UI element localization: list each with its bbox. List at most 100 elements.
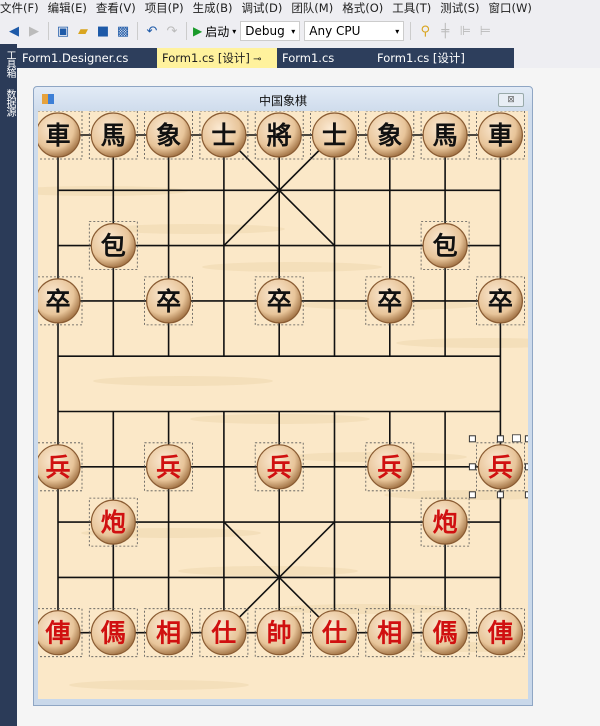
piece-label[interactable]: 兵 <box>267 453 292 482</box>
tab[interactable]: Form1.cs [设计] ⊸ ✕ <box>157 48 277 87</box>
platform-select[interactable]: Any CPU ▾ <box>304 21 405 41</box>
piece-label[interactable]: 卒 <box>267 287 292 316</box>
config-select[interactable]: Debug ▾ <box>240 21 301 41</box>
piece-label[interactable]: 包 <box>433 232 458 261</box>
menu-item[interactable]: 格式(O) <box>342 0 392 17</box>
piece-label[interactable]: 俥 <box>44 619 70 648</box>
new-file-icon[interactable]: ▣ <box>55 24 71 39</box>
form-window[interactable]: 中国象棋 ⊠ 車馬象士將士象馬車包包卒卒卒卒卒兵兵兵兵兵炮炮俥傌相仕帥仕相傌俥 <box>33 86 533 706</box>
piece-label[interactable]: 卒 <box>45 287 70 316</box>
separator <box>186 22 187 40</box>
piece-label[interactable]: 俥 <box>487 619 513 648</box>
piece-label[interactable]: 炮 <box>101 508 126 537</box>
piece-label[interactable]: 卒 <box>377 287 402 316</box>
smart-tag-icon <box>511 434 521 443</box>
platform-value: Any CPU <box>309 24 361 38</box>
open-folder-icon[interactable]: ▰ <box>75 24 91 39</box>
align-center-icon[interactable]: ⊨ <box>477 24 493 39</box>
start-label: 启动 <box>205 24 230 39</box>
menu-item[interactable]: 窗口(W) <box>489 0 541 17</box>
wood-grain <box>396 338 528 348</box>
menu-item[interactable]: 工具(T) <box>392 0 440 17</box>
menu-bar: 文件(F) 编辑(E) 查看(V) 项目(P) 生成(B) 调试(D) 团队(M) 格式(O)… <box>0 0 600 17</box>
menu-item[interactable]: 团队(M) <box>291 0 342 17</box>
piece-label[interactable]: 馬 <box>101 121 126 150</box>
tab-label: Form1.Designer.cs <box>22 51 129 65</box>
piece-label[interactable]: 馬 <box>433 121 458 150</box>
save-icon[interactable]: ■ <box>95 24 111 39</box>
menu-item[interactable]: 调试(D) <box>241 0 291 17</box>
menu-item[interactable]: 文件(F) <box>0 0 48 17</box>
separator <box>48 22 49 40</box>
resize-handle <box>468 491 476 499</box>
config-value: Debug <box>245 24 285 38</box>
separator <box>137 22 138 40</box>
piece-label[interactable]: 傌 <box>101 619 126 648</box>
piece-label[interactable]: 相 <box>377 619 402 648</box>
wood-grain <box>202 262 382 272</box>
resize-handle <box>496 491 504 499</box>
piece-label[interactable]: 仕 <box>210 619 236 648</box>
wood-grain <box>93 376 273 386</box>
piece-label[interactable]: 車 <box>45 121 70 150</box>
piece-label[interactable]: 卒 <box>156 287 181 316</box>
wood-grain <box>69 680 249 690</box>
piece-label[interactable]: 卒 <box>488 287 513 316</box>
piece-label[interactable]: 兵 <box>156 453 181 482</box>
document-tabs: Form1.Designer.csForm1.cs [设计] ⊸ ✕Form1.… <box>17 48 514 87</box>
forward-icon[interactable]: ▶ <box>26 24 42 39</box>
board-svg: 車馬象士將士象馬車包 包卒卒卒卒卒兵兵兵兵兵炮 炮俥傌相仕帥仕相傌俥 <box>38 111 528 690</box>
menu-item[interactable]: 编辑(E) <box>48 0 96 17</box>
form-title: 中国象棋 <box>258 94 307 108</box>
piece-label[interactable]: 將 <box>267 121 292 150</box>
tab[interactable]: Form1.Designer.cs <box>17 48 157 68</box>
resize-handle <box>524 435 528 443</box>
tab-label: Form1.cs [设计] <box>377 51 465 65</box>
menu-item[interactable]: 生成(B) <box>193 0 242 17</box>
tab-label: Form1.cs <box>282 51 335 65</box>
piece-label[interactable]: 兵 <box>377 453 402 482</box>
piece-label[interactable]: 帥 <box>267 619 292 648</box>
resize-handle <box>468 435 476 443</box>
resize-handle <box>524 463 528 471</box>
align-icon[interactable]: ╪ <box>437 24 453 39</box>
piece-label[interactable]: 士 <box>322 121 347 150</box>
align-left-icon[interactable]: ⊫ <box>457 24 473 39</box>
close-button[interactable]: ⊠ <box>498 93 524 107</box>
wood-grain <box>384 490 528 500</box>
resize-handle <box>496 435 504 443</box>
menu-item[interactable]: 测试(S) <box>440 0 488 17</box>
toolbox-tab[interactable]: 工具箱 <box>4 50 15 77</box>
redo-icon[interactable]: ↷ <box>164 24 180 39</box>
tab[interactable]: Form1.cs <box>277 48 372 68</box>
menu-item[interactable]: 项目(P) <box>145 0 193 17</box>
piece-label[interactable]: 車 <box>488 121 513 150</box>
piece-label[interactable]: 兵 <box>488 453 513 482</box>
back-icon[interactable]: ◀ <box>6 24 22 39</box>
piece-label[interactable]: 仕 <box>321 619 347 648</box>
start-button[interactable]: ▶ 启动 ▾ <box>193 23 236 40</box>
undo-icon[interactable]: ↶ <box>144 24 160 39</box>
tab-label: Form1.cs [设计] <box>162 51 250 65</box>
play-icon: ▶ <box>193 24 203 38</box>
menu-item[interactable]: 查看(V) <box>96 0 145 17</box>
separator <box>410 22 412 40</box>
wood-grain <box>105 224 285 234</box>
find-icon[interactable]: ⚲ <box>417 24 433 39</box>
resize-handle <box>524 491 528 499</box>
wood-grain <box>275 604 455 614</box>
piece-label[interactable]: 士 <box>211 121 236 150</box>
piece-label[interactable]: 象 <box>377 121 402 150</box>
chess-board: 車馬象士將士象馬車包包卒卒卒卒卒兵兵兵兵兵炮炮俥傌相仕帥仕相傌俥 <box>38 111 528 699</box>
piece-label[interactable]: 兵 <box>45 453 70 482</box>
datasource-tab[interactable]: 数据源 <box>4 89 15 116</box>
piece-label[interactable]: 傌 <box>433 619 458 648</box>
piece-label[interactable]: 象 <box>156 121 181 150</box>
save-all-icon[interactable]: ▩ <box>115 24 131 39</box>
tab[interactable]: Form1.cs [设计] <box>372 48 502 68</box>
piece-label[interactable]: 包 <box>101 232 126 261</box>
side-toolbox-strip: 工具箱 数据源 <box>0 44 17 726</box>
piece-label[interactable]: 炮 <box>433 508 458 537</box>
resize-handle <box>468 463 476 471</box>
piece-label[interactable]: 相 <box>156 619 181 648</box>
